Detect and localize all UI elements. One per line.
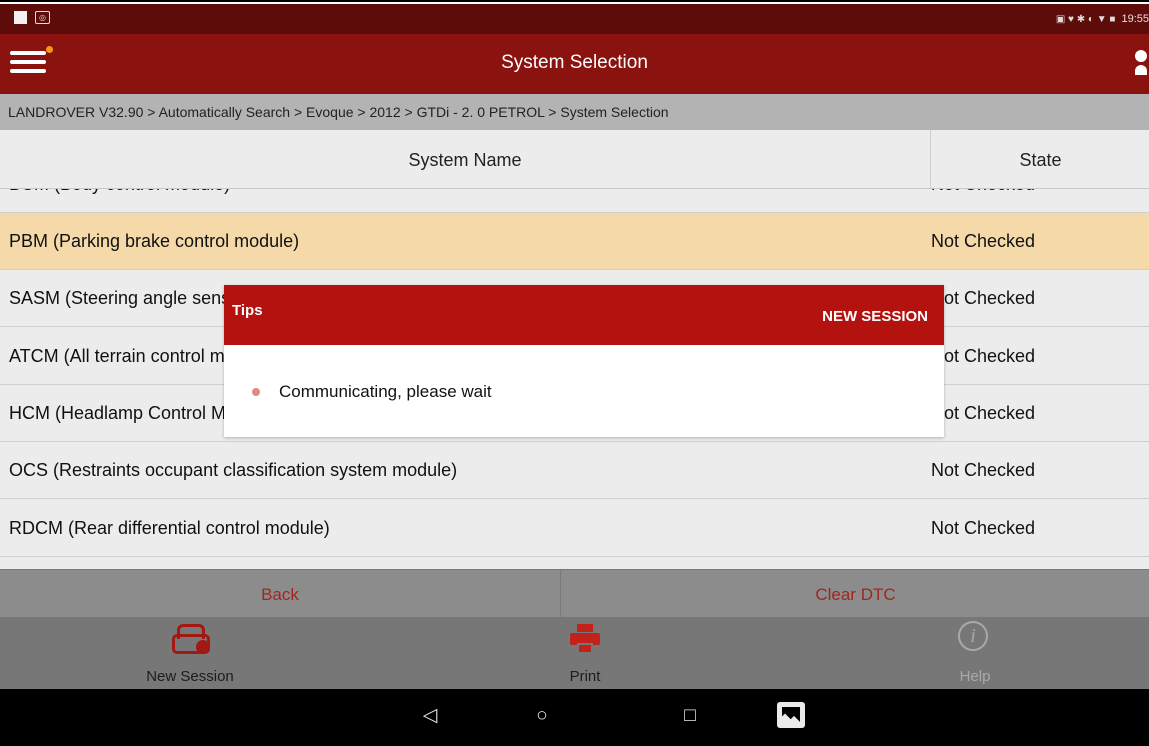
dialog-body: Communicating, please wait: [224, 345, 944, 437]
system-state: Not Checked: [931, 346, 1036, 366]
table-row[interactable]: OCS (Restraints occupant classification …: [0, 442, 1149, 499]
back-nav-icon[interactable]: ◁: [415, 703, 445, 729]
system-name: OCS (Restraints occupant classification …: [9, 460, 458, 480]
help-label: Help: [959, 668, 991, 685]
page-title: System Selection: [501, 52, 648, 73]
bullet-icon: [252, 388, 260, 396]
help-button[interactable]: i Help: [895, 617, 1055, 689]
print-button[interactable]: Print: [515, 617, 655, 689]
table-row[interactable]: RDCM (Rear differential control module) …: [0, 500, 1149, 557]
new-session-dialog-button[interactable]: NEW SESSION: [822, 308, 928, 325]
action-bar: Back Clear DTC: [0, 569, 1149, 618]
screenshot-icon: ◎: [35, 11, 50, 24]
user-icon[interactable]: [1135, 50, 1147, 76]
system-name: BCM (Body control module): [9, 189, 230, 212]
car-icon: [172, 624, 210, 654]
dialog-message: Communicating, please wait: [279, 382, 492, 401]
system-state: Not Checked: [931, 460, 1036, 480]
recent-apps-icon[interactable]: □: [675, 703, 705, 729]
signal-icons: ▣ ♥ ✱ ◐ ▼ ■: [1055, 13, 1116, 25]
system-name: PBM (Parking brake control module): [9, 231, 300, 251]
breadcrumb: LANDROVER V32.90 > Automatically Search …: [0, 94, 1149, 130]
gallery-icon[interactable]: [777, 702, 805, 728]
bottom-toolbar: New Session Print i Help: [0, 617, 1149, 689]
system-state: Not Checked: [931, 403, 1036, 423]
info-icon: i: [958, 621, 988, 651]
system-state: Not Checked: [931, 518, 1036, 538]
table-header: System Name State: [0, 130, 1149, 189]
tips-dialog: Tips NEW SESSION Communicating, please w…: [224, 285, 944, 437]
new-session-label: New Session: [146, 668, 234, 685]
android-nav-bar: ◁ ○ □: [0, 689, 1149, 746]
dialog-title: Tips: [232, 302, 263, 319]
system-name: RDCM (Rear differential control module): [9, 518, 330, 538]
new-session-button[interactable]: New Session: [110, 617, 270, 689]
table-row[interactable]: BCM (Body control module) Not Checked: [0, 189, 1149, 213]
dialog-header: Tips NEW SESSION: [224, 285, 944, 345]
printer-icon: [570, 624, 600, 654]
clear-dtc-button[interactable]: Clear DTC: [560, 570, 1149, 618]
notification-icon: [14, 11, 27, 24]
status-bar: ◎ ▣ ♥ ✱ ◐ ▼ ■ 19:55: [0, 4, 1149, 34]
column-header-system-name: System Name: [408, 150, 522, 170]
table-row-selected[interactable]: PBM (Parking brake control module) Not C…: [0, 213, 1149, 270]
system-state: Not Checked: [931, 288, 1036, 308]
status-right: ▣ ♥ ✱ ◐ ▼ ■ 19:55: [1056, 13, 1149, 25]
status-time: 19:55: [1121, 13, 1149, 25]
status-left: ◎: [14, 11, 50, 24]
app-screen: ◎ ▣ ♥ ✱ ◐ ▼ ■ 19:55 System Selection LAN…: [0, 0, 1149, 746]
top-border: [0, 0, 1149, 2]
system-state: Not Checked: [931, 189, 1035, 212]
back-button[interactable]: Back: [0, 570, 560, 618]
app-header: System Selection: [0, 34, 1149, 94]
print-label: Print: [569, 668, 601, 685]
system-state: Not Checked: [931, 231, 1036, 251]
home-nav-icon[interactable]: ○: [527, 703, 557, 729]
column-header-state: State: [930, 130, 1149, 188]
